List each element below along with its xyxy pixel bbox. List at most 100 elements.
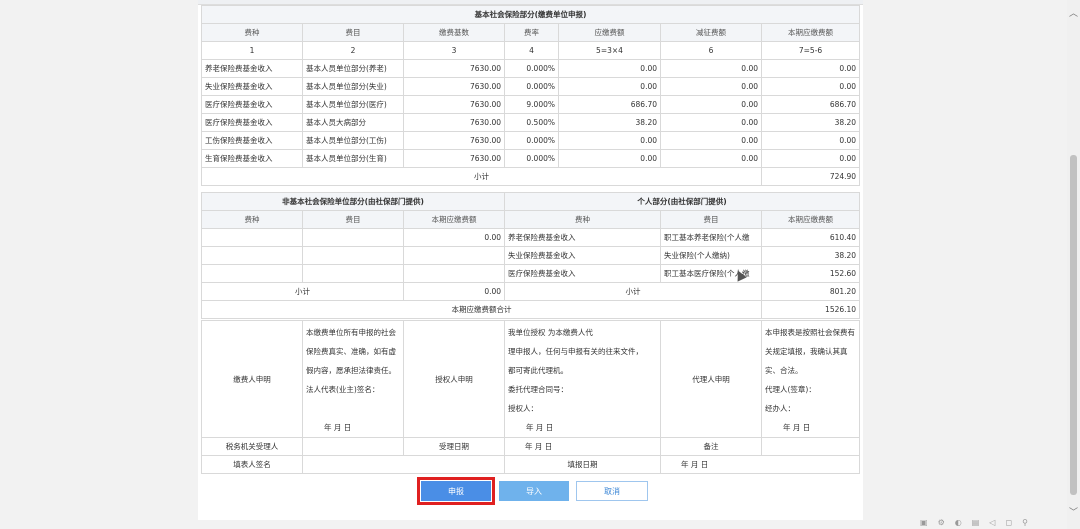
- personal-subtotal-label: 小计: [504, 282, 763, 301]
- base-amount[interactable]: 7630.00: [403, 95, 505, 114]
- col-header: 费种: [504, 210, 662, 229]
- table-row: 医疗保险费基金收入 职工基本医疗保险(个人缴 152.60: [201, 264, 861, 283]
- scroll-thumb[interactable]: [1070, 155, 1077, 495]
- submit-button[interactable]: 申报: [417, 477, 495, 505]
- rate: 0.000%: [504, 59, 559, 78]
- document-icon[interactable]: ▤: [972, 518, 980, 529]
- index-cell: 3: [403, 41, 505, 60]
- nonbasic-fee-type: [201, 228, 303, 247]
- scroll-down-icon[interactable]: ﹀: [1068, 505, 1079, 518]
- payer-declaration-label: 缴费人申明: [201, 320, 303, 438]
- theme-icon[interactable]: ◐: [955, 518, 962, 529]
- nonbasic-payable: [402, 264, 506, 283]
- col-header: 本期应缴费额: [761, 210, 861, 229]
- zoom-icon[interactable]: ⚲: [1022, 518, 1028, 529]
- index-cell: 1: [201, 41, 303, 60]
- col-header: 费目: [302, 23, 404, 42]
- settings-icon[interactable]: ⚙: [938, 518, 945, 529]
- col-header: 本期应缴费额: [760, 23, 861, 42]
- reduction[interactable]: 0.00: [660, 113, 762, 132]
- col-header: 费率: [504, 23, 559, 42]
- fee-type: 医疗保险费基金收入: [201, 113, 303, 132]
- personal-payable: 610.40: [761, 228, 861, 247]
- nonbasic-section-title: 非基本社会保险单位部分(由社保部门提供): [200, 192, 506, 211]
- nonbasic-payable: 0.00: [402, 228, 506, 247]
- fill-date-value: 年 月 日: [660, 455, 860, 474]
- period-payable: 38.20: [760, 113, 861, 132]
- base-amount[interactable]: 7630.00: [403, 113, 505, 132]
- personal-payable: 152.60: [761, 264, 861, 283]
- index-cell: 6: [660, 41, 762, 60]
- personal-fee-item: 职工基本医疗保险(个人缴: [660, 264, 763, 283]
- fill-date-label: 填报日期: [504, 455, 661, 474]
- fee-item: 基本人员单位部分(养老): [302, 59, 404, 78]
- payable: 0.00: [558, 131, 661, 150]
- table-row: 失业保险费基金收入 失业保险(个人缴纳) 38.20: [201, 246, 861, 265]
- col-header: 费种: [201, 210, 303, 229]
- window-icon[interactable]: ◻: [1005, 518, 1012, 529]
- payable: 0.00: [558, 77, 661, 96]
- rate: 9.000%: [504, 95, 559, 114]
- table-row: 工伤保险费基金收入 基本人员单位部分(工伤) 7630.00 0.000% 0.…: [201, 131, 861, 150]
- personal-fee-type: 医疗保险费基金收入: [504, 264, 662, 283]
- reduction[interactable]: 0.00: [660, 131, 762, 150]
- declaration-form: 基本社会保险部分(缴费单位申报) 费种 费目 缴费基数 费率 应缴费额 减征费额…: [198, 0, 863, 520]
- index-cell: 7=5-6: [760, 41, 861, 60]
- agent-declaration-label: 代理人申明: [660, 320, 762, 438]
- fee-item: 基本人员大病部分: [302, 113, 404, 132]
- personal-payable: 38.20: [761, 246, 861, 265]
- import-button[interactable]: 导入: [499, 481, 569, 501]
- tax-officer-label: 税务机关受理人: [201, 437, 303, 456]
- accept-date-label: 受理日期: [403, 437, 505, 456]
- status-bar: ▣ ⚙ ◐ ▤ ◁ ◻ ⚲: [920, 518, 1070, 529]
- payable: 0.00: [558, 149, 661, 168]
- basic-subtotal-value: 724.90: [760, 167, 861, 186]
- reduction[interactable]: 0.00: [660, 59, 762, 78]
- table-row: 医疗保险费基金收入 基本人员单位部分(医疗) 7630.00 9.000% 68…: [201, 95, 861, 114]
- fee-item: 基本人员单位部分(生育): [302, 149, 404, 168]
- col-header: 费目: [660, 210, 763, 229]
- statement-line: 授权人：: [508, 404, 538, 413]
- table-row: 0.00 养老保险费基金收入 职工基本养老保险(个人缴 610.40: [201, 228, 861, 247]
- statement-line: 保险费真实、准确，如有虚: [306, 347, 396, 356]
- payable: 686.70: [558, 95, 661, 114]
- declaration-table: 缴费人申明 本缴费单位所有申报的社会 保险费真实、准确，如有虚 假内容，愿承担法…: [201, 320, 860, 474]
- auth-declaration-text: 我单位授权 为本缴费人代 理申报人，任何与申报有关的往来文件， 都可寄此代理机。…: [504, 320, 661, 438]
- grand-total-value: 1526.10: [761, 300, 861, 319]
- personal-section-title: 个人部分(由社保部门提供): [504, 192, 861, 211]
- reduction[interactable]: 0.00: [660, 149, 762, 168]
- filler-sign-label: 填表人签名: [201, 455, 303, 474]
- personal-fee-type: 养老保险费基金收入: [504, 228, 662, 247]
- base-amount[interactable]: 7630.00: [403, 131, 505, 150]
- reduction[interactable]: 0.00: [660, 95, 762, 114]
- nonbasic-fee-item: [302, 228, 404, 247]
- base-amount[interactable]: 7630.00: [403, 149, 505, 168]
- statement-date: 年 月 日: [526, 423, 554, 432]
- reduction[interactable]: 0.00: [660, 77, 762, 96]
- vertical-scrollbar[interactable]: [1067, 0, 1080, 529]
- cancel-button[interactable]: 取消: [576, 481, 648, 501]
- statement-line: 法人代表(业主)签名：: [306, 385, 380, 394]
- personal-subtotal-value: 801.20: [761, 282, 861, 301]
- statement-line: 关规定填报，我确认其真: [765, 347, 848, 356]
- col-header: 减征费额: [660, 23, 762, 42]
- index-cell: 2: [302, 41, 404, 60]
- screenshot-icon[interactable]: ▣: [920, 518, 928, 529]
- payable: 0.00: [558, 59, 661, 78]
- filler-sign-value: [302, 455, 505, 474]
- statement-line: 本申报表是按照社会保费有: [765, 328, 855, 337]
- rate: 0.000%: [504, 77, 559, 96]
- table-row: 失业保险费基金收入 基本人员单位部分(失业) 7630.00 0.000% 0.…: [201, 77, 861, 96]
- base-amount[interactable]: 7630.00: [403, 59, 505, 78]
- scroll-up-icon[interactable]: ︿: [1068, 6, 1079, 19]
- volume-icon[interactable]: ◁: [989, 518, 995, 529]
- lower-table: 非基本社会保险单位部分(由社保部门提供) 个人部分(由社保部门提供) 费种 费目…: [200, 192, 861, 319]
- statement-line: 理申报人，任何与申报有关的往来文件，: [508, 347, 643, 356]
- base-amount[interactable]: 7630.00: [403, 77, 505, 96]
- col-header: 费目: [302, 210, 404, 229]
- statement-line: 代理人(签章)：: [765, 385, 816, 394]
- nonbasic-subtotal-value: 0.00: [402, 282, 506, 301]
- table-row: 医疗保险费基金收入 基本人员大病部分 7630.00 0.500% 38.20 …: [201, 113, 861, 132]
- statement-date: 年 月 日: [324, 423, 352, 432]
- statement-line: 本缴费单位所有申报的社会: [306, 328, 396, 337]
